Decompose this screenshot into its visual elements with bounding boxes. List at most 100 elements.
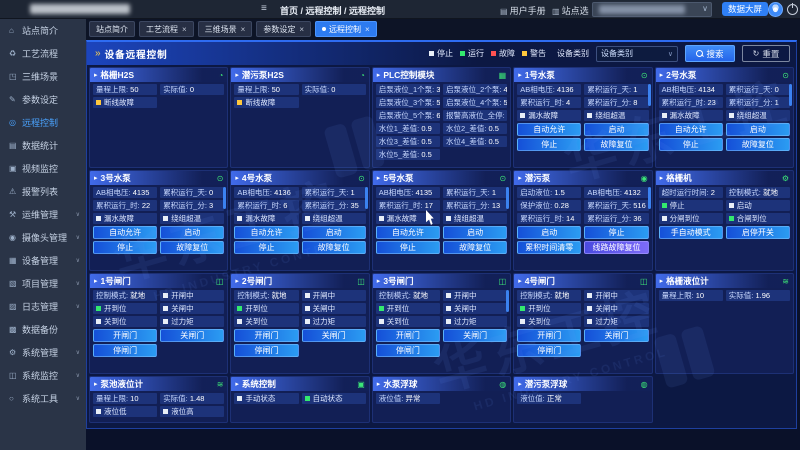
device-action-button[interactable]: 开闸门: [517, 329, 581, 342]
device-action-button[interactable]: 关闸门: [160, 329, 224, 342]
field-value: 2: [711, 188, 715, 197]
tab-close-icon[interactable]: ×: [365, 25, 370, 34]
logout-power-icon[interactable]: [787, 4, 798, 15]
tab-close-icon[interactable]: ×: [299, 25, 304, 34]
sidebar-item-label: 运维管理: [22, 208, 58, 221]
device-action-button[interactable]: 启动: [443, 226, 507, 239]
field-value: 1: [492, 188, 496, 197]
parameter-icon: ✎: [9, 95, 22, 104]
device-action-button[interactable]: 开闸门: [234, 329, 298, 342]
device-action-button[interactable]: 自动允许: [234, 226, 298, 239]
card-scrollbar[interactable]: [789, 84, 792, 106]
device-action-button[interactable]: 自动允许: [659, 123, 723, 136]
sidebar-item[interactable]: ▨ 日志管理 ∨: [0, 295, 86, 317]
device-action-button[interactable]: 自动允许: [93, 226, 157, 239]
tab[interactable]: 站点简介: [89, 21, 135, 37]
field-value: 就地: [763, 188, 778, 197]
card-title: 格栅机: [666, 172, 692, 184]
device-action-button[interactable]: 累积时间清零: [517, 241, 581, 254]
sidebar-item[interactable]: ▦ 设备管理 ∨: [0, 249, 86, 271]
device-action-button[interactable]: 停闸门: [93, 344, 157, 357]
device-action-button[interactable]: 启动: [584, 123, 648, 136]
big-screen-button[interactable]: 数据大屏: [722, 2, 768, 16]
sidebar-item[interactable]: ⌂ 站点简介: [0, 19, 86, 41]
field-value: 1.96: [755, 291, 770, 300]
device-action-button[interactable]: 停止: [234, 241, 298, 254]
device-action-button[interactable]: 故障复位: [160, 241, 224, 254]
device-action-button[interactable]: 开闸门: [376, 329, 440, 342]
sidebar-item[interactable]: ◉ 摄像头管理 ∨: [0, 226, 86, 248]
field: 水位5_差值: 0.5: [376, 149, 440, 160]
device-action-button[interactable]: 线路故障复位: [584, 241, 648, 254]
device-action-button[interactable]: 关闸门: [584, 329, 648, 342]
sidebar-item[interactable]: ✎ 参数设定: [0, 88, 86, 110]
sidebar-item[interactable]: ◎ 远程控制: [0, 111, 86, 133]
sidebar-item[interactable]: ◳ 三维场景: [0, 65, 86, 87]
device-action-button[interactable]: 停闸门: [517, 344, 581, 357]
device-action-button[interactable]: 故障复位: [726, 138, 790, 151]
site-select-dropdown[interactable]: ∨: [592, 2, 712, 17]
device-action-button[interactable]: 关闸门: [302, 329, 366, 342]
top-bar: ≡ 首页 / 远程控制 / 远程控制 ▤用户手册 ▥站点选 ∨ 数据大屏 ☻: [0, 0, 800, 19]
company-logo: [30, 4, 130, 14]
card-scrollbar[interactable]: [648, 84, 651, 106]
device-action-button[interactable]: 停止: [584, 226, 648, 239]
sidebar-item[interactable]: ▧ 项目管理 ∨: [0, 272, 86, 294]
device-action-button[interactable]: 开闸门: [93, 329, 157, 342]
device-action-button[interactable]: 自动允许: [517, 123, 581, 136]
card-scrollbar[interactable]: [506, 290, 509, 312]
sidebar-item[interactable]: ⚒ 运维管理 ∨: [0, 203, 86, 225]
device-action-button[interactable]: 启动: [160, 226, 224, 239]
card-scrollbar[interactable]: [506, 187, 509, 209]
sidebar-item[interactable]: ▤ 数据统计: [0, 134, 86, 156]
tab[interactable]: 参数设定 ×: [256, 21, 311, 37]
device-card: ▸ 潜污泵浮球 ◍ 液位值: 正常: [513, 376, 652, 423]
user-manual-link[interactable]: ▤用户手册: [500, 4, 546, 17]
tab[interactable]: 工艺流程 ×: [139, 21, 194, 37]
device-category-dropdown[interactable]: 设备类别 ∨: [596, 46, 678, 62]
status-color-square: [163, 306, 168, 311]
card-scrollbar[interactable]: [223, 187, 226, 209]
device-action-button[interactable]: 启停开关: [726, 226, 790, 239]
device-action-button[interactable]: 停闸门: [234, 344, 298, 357]
sidebar-item[interactable]: ⚠ 报警列表: [0, 180, 86, 202]
sidebar-item[interactable]: ▣ 视频监控: [0, 157, 86, 179]
device-action-button[interactable]: 启动: [726, 123, 790, 136]
status-label: 分闸到位: [670, 213, 700, 224]
device-action-button[interactable]: 停止: [659, 138, 723, 151]
status-indicator: 漏水故障: [517, 110, 581, 121]
sidebar-item[interactable]: ⚙ 系统管理 ∨: [0, 341, 86, 363]
sidebar-item[interactable]: ♻ 工艺流程: [0, 42, 86, 64]
device-card: ▸ 2号水泵 ⊙ AB相电压: 4134累积运行_天: 0累积运行_时: 23累…: [655, 67, 794, 168]
card-scrollbar[interactable]: [365, 187, 368, 209]
tab-close-icon[interactable]: ×: [182, 25, 187, 34]
device-action-button[interactable]: 手自动模式: [659, 226, 723, 239]
search-button[interactable]: 搜索: [685, 45, 735, 62]
sidebar-item[interactable]: ▩ 数据备份: [0, 318, 86, 340]
sidebar-item[interactable]: ◫ 系统监控 ∨: [0, 364, 86, 386]
sidebar-item[interactable]: ○ 系统工具 ∨: [0, 387, 86, 409]
status-label: 过力矩: [171, 316, 194, 327]
device-action-button[interactable]: 故障复位: [443, 241, 507, 254]
tab[interactable]: 远程控制 ×: [315, 21, 377, 37]
device-action-button[interactable]: 启动: [517, 226, 581, 239]
menu-collapse-icon[interactable]: ≡: [261, 4, 267, 14]
device-action-button[interactable]: 关闸门: [443, 329, 507, 342]
tab-close-icon[interactable]: ×: [241, 25, 246, 34]
avatar[interactable]: ☻: [768, 2, 783, 17]
card-scrollbar[interactable]: [648, 187, 651, 209]
device-action-button[interactable]: 故障复位: [584, 138, 648, 151]
field-label: 量程上限:: [237, 85, 271, 94]
device-action-button[interactable]: 启动: [302, 226, 366, 239]
device-action-button[interactable]: 自动允许: [376, 226, 440, 239]
device-action-button[interactable]: 停止: [517, 138, 581, 151]
tab[interactable]: 三维场景 ×: [198, 21, 253, 37]
device-action-button[interactable]: 停止: [93, 241, 157, 254]
device-action-button[interactable]: 停止: [376, 241, 440, 254]
field-value: 14: [566, 214, 574, 223]
device-action-button[interactable]: 故障复位: [302, 241, 366, 254]
device-action-button[interactable]: 停闸门: [376, 344, 440, 357]
reset-button[interactable]: ↻ 重置: [742, 45, 790, 62]
site-icon: ▥: [552, 7, 560, 16]
field-label: 量程上限:: [662, 291, 696, 300]
